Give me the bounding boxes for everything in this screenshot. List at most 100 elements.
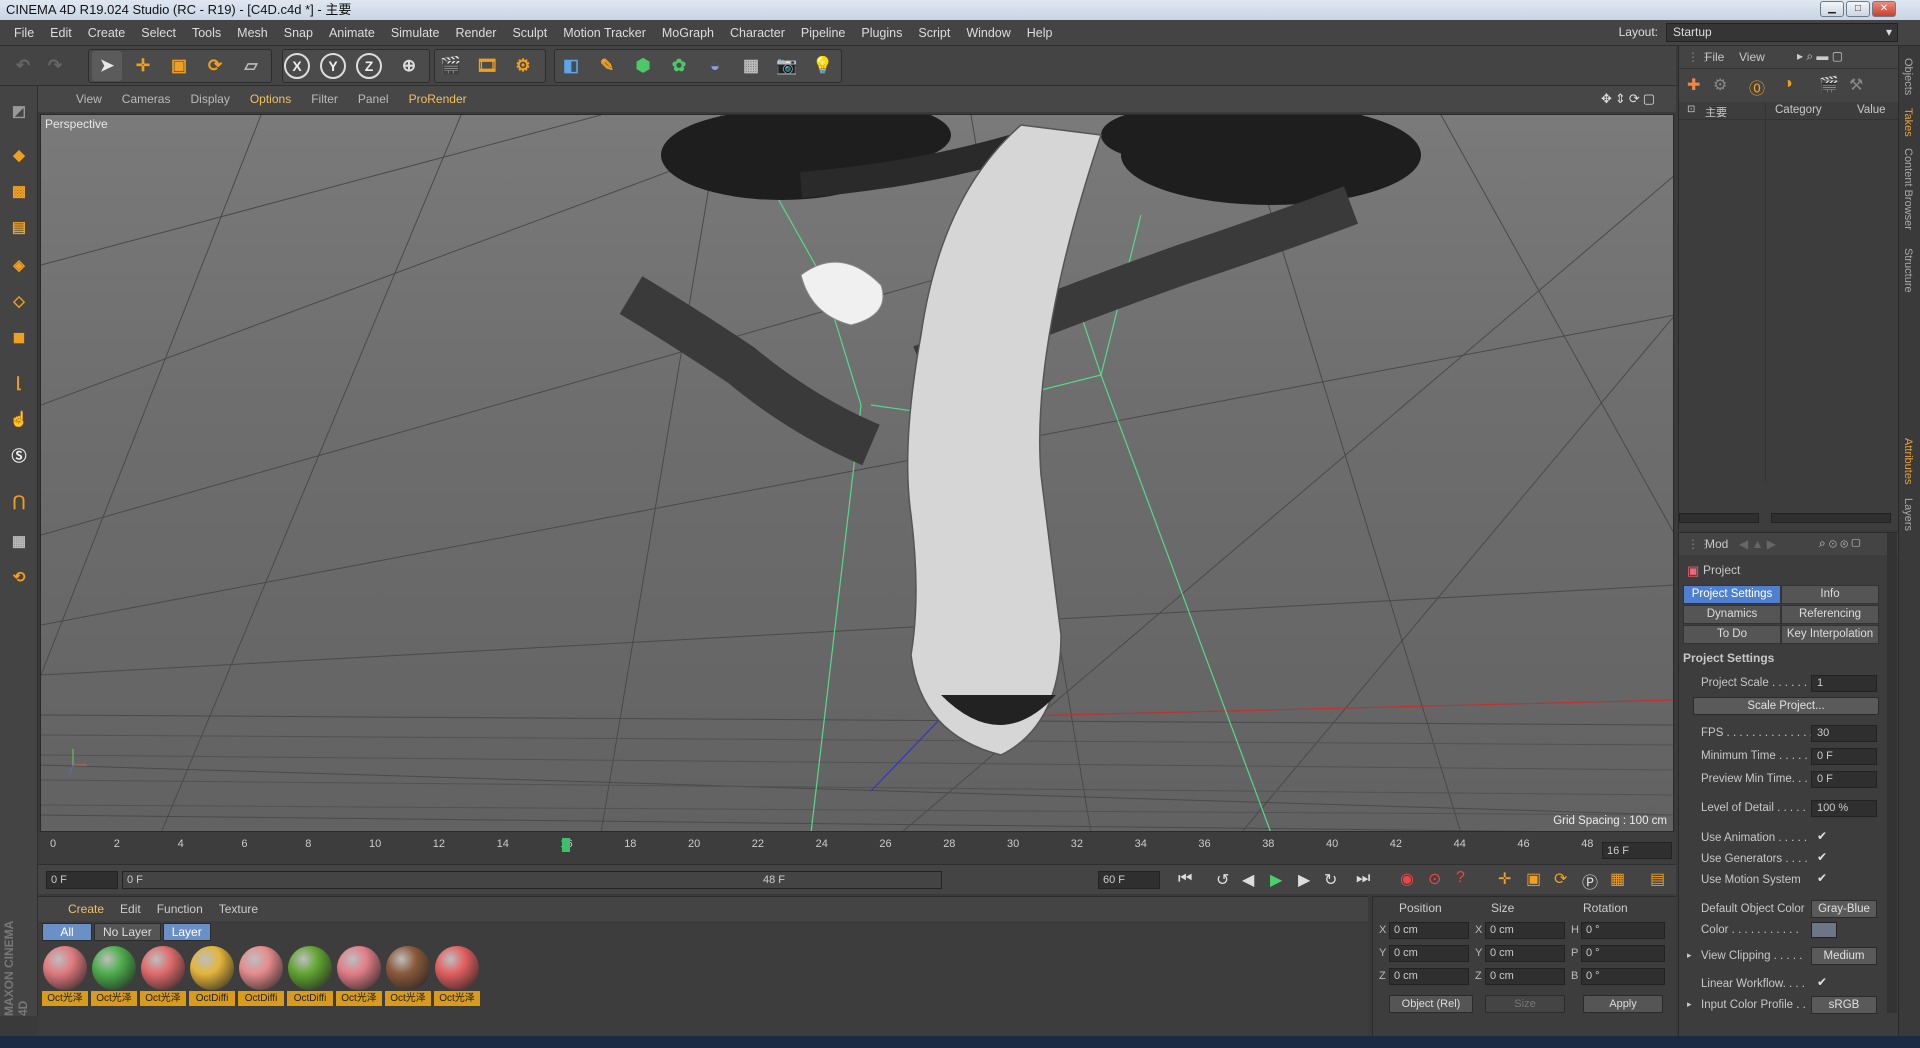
maximize-button[interactable]: □ [1846,1,1870,17]
side-tab-attributes[interactable]: Attributes [1902,438,1914,484]
lod-field[interactable]: 100 % [1811,800,1877,817]
material-item[interactable]: Oct光泽 [434,945,480,1006]
material-item[interactable]: OctDiffi [287,945,333,1006]
subdivision-icon[interactable]: ⬢ [628,51,658,81]
prev-key-icon[interactable]: ↺ [1216,870,1229,890]
menu-help[interactable]: Help [1019,26,1061,40]
prev-frame-icon[interactable]: ◀ [1242,870,1254,890]
scale-icon[interactable]: ▣ [164,51,194,81]
select-arrow-icon[interactable]: ➤ [92,51,122,81]
auto-key-icon[interactable]: ⊙ [1428,869,1441,889]
next-key-icon[interactable]: ↻ [1324,870,1337,890]
attribute-nav-icons[interactable]: ◀ ▲ ▶ [1739,537,1776,551]
side-tab-content-browser[interactable]: Content Browser [1902,148,1914,230]
menu-script[interactable]: Script [910,26,958,40]
close-button[interactable]: ✕ [1872,1,1896,17]
deformer-icon[interactable]: ◒ [700,51,730,81]
material-menu-function[interactable]: Function [149,902,211,916]
render-view-icon[interactable]: 🎬 [436,51,466,81]
attribute-menu-mode[interactable]: Mod [1705,537,1728,551]
size-x-field[interactable]: 0 cm [1485,922,1565,939]
material-item[interactable]: Oct光泽 [336,945,382,1006]
planar-workplane-icon[interactable]: ⟲ [4,562,34,592]
rotation-h-field[interactable]: 0 ° [1581,922,1665,939]
menu-select[interactable]: Select [133,26,184,40]
tab-layer[interactable]: Layer [162,923,211,941]
position-x-field[interactable]: 0 cm [1389,922,1469,939]
tab-info[interactable]: Info [1781,585,1879,604]
octane-tags-icon[interactable]: ⚒ [1849,75,1863,95]
menu-edit[interactable]: Edit [42,26,80,40]
material-item[interactable]: OctDiffi [189,945,235,1006]
go-to-end-icon[interactable]: ⏭ [1356,870,1370,888]
min-time-field[interactable]: 0 F [1811,748,1877,765]
default-color-select[interactable]: Gray-Blue [1811,900,1877,918]
axis-mode-icon[interactable]: ⌊ [4,368,34,398]
side-tab-objects[interactable]: Objects [1902,58,1914,95]
use-animation-checkbox[interactable]: ✔ [1817,829,1827,843]
octane-live-viewer-icon[interactable]: ✚ [1687,75,1700,95]
z-axis-lock-icon[interactable]: Z [356,53,382,79]
current-frame-field[interactable]: 16 F [1602,842,1672,859]
render-settings-icon[interactable]: ⚙ [508,51,538,81]
coordinate-mode-select[interactable]: Object (Rel) [1389,995,1473,1013]
key-position-icon[interactable]: ✛ [1498,869,1511,889]
move-icon[interactable]: ✛ [128,51,158,81]
key-pla-icon[interactable]: ▦ [1610,869,1625,889]
side-tab-takes[interactable]: Takes [1902,108,1914,137]
keyframe-selection-icon[interactable]: ? [1456,869,1465,887]
position-y-field[interactable]: 0 cm [1389,945,1469,962]
light-icon[interactable]: 💡 [808,51,838,81]
input-profile-select[interactable]: sRGB [1811,996,1877,1014]
viewport-menu-options[interactable]: Options [240,92,301,106]
use-generators-checkbox[interactable]: ✔ [1817,850,1827,864]
octane-object-icon[interactable]: ◑ [1783,75,1793,93]
key-param-icon[interactable]: Ⓟ [1582,869,1598,893]
frame-range-slider[interactable]: 0 F 48 F [122,871,942,889]
playhead[interactable] [562,838,570,852]
fps-field[interactable]: 30 [1811,725,1877,742]
camera-icon[interactable]: 📷 [772,51,802,81]
tab-referencing[interactable]: Referencing [1781,605,1879,624]
side-tab-structure[interactable]: Structure [1902,248,1914,293]
pen-spline-icon[interactable]: ✎ [592,51,622,81]
material-item[interactable]: Oct光泽 [140,945,186,1006]
position-z-field[interactable]: 0 cm [1389,968,1469,985]
menu-render[interactable]: Render [447,26,504,40]
view-clipping-select[interactable]: Medium [1811,947,1877,965]
key-rotation-icon[interactable]: ⟳ [1554,869,1567,889]
menu-simulate[interactable]: Simulate [383,26,448,40]
object-menu-view[interactable]: View [1739,50,1765,64]
tree-item-main[interactable]: 主要 [1705,104,1727,120]
menu-character[interactable]: Character [722,26,793,40]
cloner-icon[interactable]: ✿ [664,51,694,81]
menu-sculpt[interactable]: Sculpt [504,26,555,40]
coordinate-system-icon[interactable]: ⊕ [394,51,424,81]
preview-min-field[interactable]: 0 F [1811,771,1877,788]
tweak-mode-icon[interactable]: ☝ [4,404,34,434]
viewport-menu-filter[interactable]: Filter [301,92,348,106]
viewport-nav-icons[interactable]: ✥⇕⟳▢ [1601,91,1658,107]
perspective-viewport[interactable]: Perspective Grid Spacing : 100 cm [40,114,1674,832]
menu-file[interactable]: File [6,26,42,40]
play-icon[interactable]: ▶ [1270,870,1282,890]
texture-mode-icon[interactable]: ▩ [4,176,34,206]
tab-project-settings[interactable]: Project Settings [1683,585,1781,604]
model-mode-icon[interactable]: ◆ [4,140,34,170]
points-mode-icon[interactable]: ◈ [4,250,34,280]
menu-plugins[interactable]: Plugins [853,26,910,40]
material-item[interactable]: Oct光泽 [91,945,137,1006]
menu-mesh[interactable]: Mesh [229,26,276,40]
undo-icon[interactable]: ↶ [8,51,38,81]
menu-motion-tracker[interactable]: Motion Tracker [555,26,654,40]
floor-icon[interactable]: ▦ [736,51,766,81]
size-z-field[interactable]: 0 cm [1485,968,1565,985]
go-to-start-icon[interactable]: ⏮ [1178,870,1192,888]
snap-icon[interactable]: ⋂ [4,486,34,516]
key-scale-icon[interactable]: ▣ [1526,869,1541,889]
next-frame-icon[interactable]: ▶ [1298,870,1310,890]
start-frame-field[interactable]: 0 F [46,871,118,889]
timeline-window-icon[interactable]: ▤ [1650,869,1665,889]
menu-create[interactable]: Create [80,26,134,40]
apply-button[interactable]: Apply [1583,995,1663,1013]
